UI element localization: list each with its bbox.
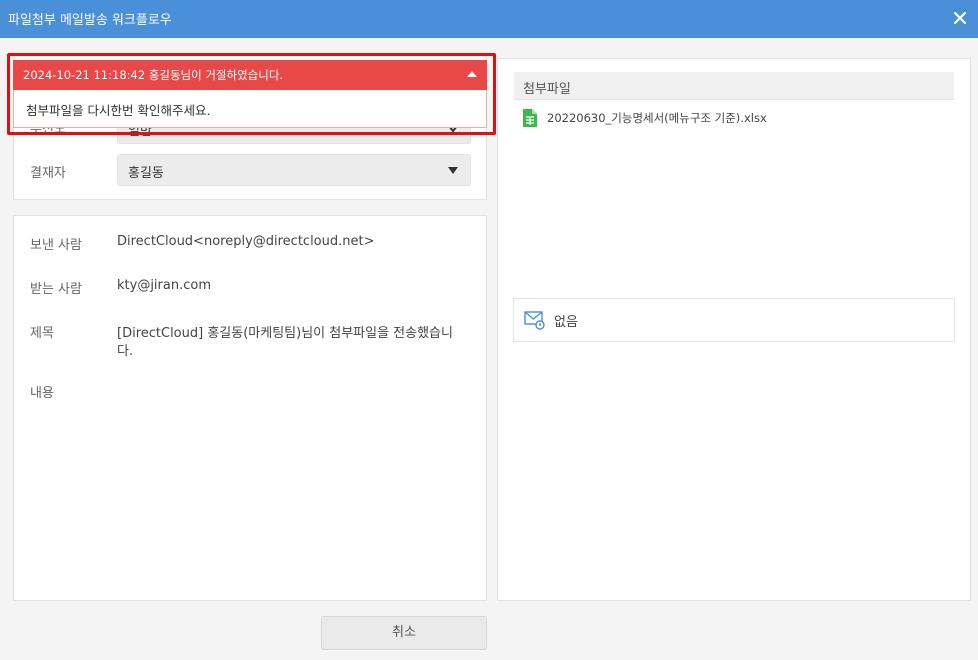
- sender-value: DirectCloud<noreply@directcloud.net>: [117, 234, 375, 249]
- mail-attachment-value: 없음: [554, 315, 578, 330]
- recipient-label: 받는 사람: [30, 282, 82, 297]
- attachments-header-label: 첨부파일: [523, 82, 571, 97]
- mail-lock-icon: [524, 311, 545, 330]
- subject-value-line2: 다.: [117, 344, 134, 359]
- cancel-button[interactable]: 취소: [321, 616, 487, 650]
- approver-select-value: 홍길동: [128, 166, 164, 181]
- content-label: 내용: [30, 386, 54, 401]
- mail-info-panel: [13, 215, 487, 601]
- approver-label: 결재자: [30, 166, 66, 181]
- close-icon[interactable]: [950, 7, 970, 29]
- recipient-value: kty@jiran.com: [117, 278, 211, 293]
- subject-value-line1: [DirectCloud] 홍길동(마케팅팀)님이 첨부파일을 전송했습니: [117, 326, 453, 341]
- attachments-header: 첨부파일: [514, 72, 954, 100]
- window-titlebar: 파일첨부 메일발송 워크플로우: [0, 0, 978, 38]
- sender-label: 보낸 사람: [30, 238, 82, 253]
- spreadsheet-file-icon: [523, 109, 537, 127]
- approver-select[interactable]: 홍길동: [117, 154, 471, 186]
- caret-down-icon: [448, 167, 458, 174]
- subject-label: 제목: [30, 326, 54, 341]
- attachment-file-name: 20220630_기능명세서(메뉴구조 기준).xlsx: [547, 111, 767, 125]
- window-title: 파일첨부 메일발송 워크플로우: [8, 13, 172, 28]
- rejection-alert-highlight: [7, 53, 496, 135]
- mail-attachment-box: 없음: [513, 298, 955, 342]
